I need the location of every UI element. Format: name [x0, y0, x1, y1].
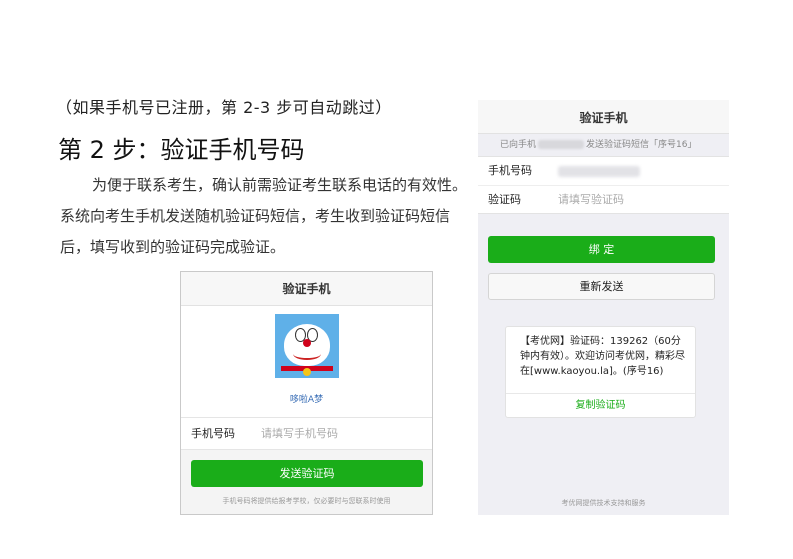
phone-label: 手机号码 — [191, 427, 235, 440]
phone-input[interactable]: 请填写手机号码 — [261, 418, 338, 450]
phone-row: 手机号码 — [478, 157, 729, 185]
nickname: 哆啦A梦 — [289, 395, 324, 405]
sent-info: 已向手机 发送验证码短信「序号16」 — [478, 134, 729, 156]
skip-note: （如果手机号已注册，第 2-3 步可自动跳过） — [56, 98, 392, 117]
bind-button[interactable]: 绑 定 — [488, 236, 715, 263]
verify-phone-screen-send: 验证手机 哆啦A梦 手机号码 请填写手机号码 发送验证码 手机号码将提供给报考学… — [180, 271, 433, 515]
code-row[interactable]: 验证码 请填写验证码 — [478, 185, 729, 213]
sent-info-suffix: 发送验证码短信「序号16」 — [586, 140, 697, 150]
sms-text: 【考优网】验证码：139262（60分钟内有效）。欢迎访问考优网，精彩尽在[ww… — [520, 336, 685, 377]
privacy-footer: 手机号码将提供给报考学校，仅必要时与您联系时使用 — [222, 497, 391, 505]
masked-phone — [538, 140, 585, 149]
masked-phone-value — [558, 166, 640, 177]
sms-message-card: 【考优网】验证码：139262（60分钟内有效）。欢迎访问考优网，精彩尽在[ww… — [505, 326, 696, 418]
step-title: 第 2 步：验证手机号码 — [58, 136, 305, 164]
code-input[interactable]: 请填写验证码 — [558, 186, 624, 214]
copy-code-button[interactable]: 复制验证码 — [506, 393, 695, 417]
phone-label: 手机号码 — [488, 164, 532, 177]
verify-phone-screen-code: 验证手机 已向手机 发送验证码短信「序号16」 手机号码 验证码 请填写验证码 绑… — [478, 100, 729, 515]
support-footer: 考优网提供技术支持和服务 — [561, 499, 646, 507]
resend-button[interactable]: 重新发送 — [488, 273, 715, 300]
send-code-button[interactable]: 发送验证码 — [191, 460, 423, 487]
code-label: 验证码 — [488, 193, 521, 206]
page-title: 验证手机 — [478, 100, 729, 134]
page-title: 验证手机 — [181, 272, 432, 306]
phone-field-row[interactable]: 手机号码 请填写手机号码 — [181, 418, 432, 450]
sent-info-prefix: 已向手机 — [500, 140, 537, 150]
step-description: 为便于联系考生，确认前需验证考生联系电话的有效性。系统向考生手机发送随机验证码短… — [60, 176, 468, 256]
doraemon-avatar-icon — [275, 314, 339, 378]
form-rows: 手机号码 验证码 请填写验证码 — [478, 156, 729, 214]
